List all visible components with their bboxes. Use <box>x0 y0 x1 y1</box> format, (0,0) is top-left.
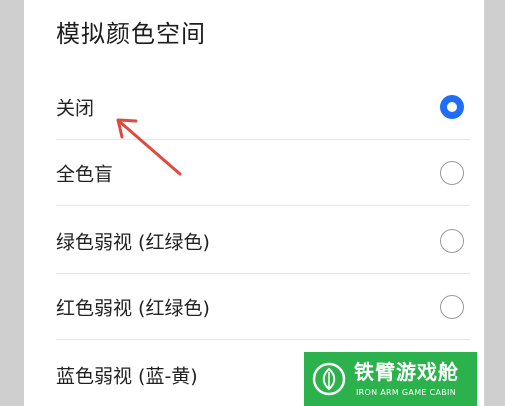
radio-selected-icon[interactable] <box>440 95 464 119</box>
divider <box>56 339 470 340</box>
radio-unselected-icon[interactable] <box>440 161 464 185</box>
annotation-arrow-icon <box>116 118 182 176</box>
watermark-subtitle: IRON ARM GAME CABIN <box>356 388 456 397</box>
watermark-title: 铁臂游戏舱 <box>354 360 459 384</box>
divider <box>56 205 470 206</box>
dialog-title: 模拟颜色空间 <box>56 20 206 48</box>
option-protanomaly[interactable]: 红色弱视 (红绿色) <box>56 274 470 340</box>
option-label: 蓝色弱视 (蓝-黄) <box>56 365 198 388</box>
option-label: 关闭 <box>56 97 95 120</box>
option-label: 绿色弱视 (红绿色) <box>56 231 210 254</box>
leaf-icon <box>312 362 346 396</box>
radio-unselected-icon[interactable] <box>440 295 464 319</box>
watermark-logo: 铁臂游戏舱 IRON ARM GAME CABIN <box>304 352 477 406</box>
option-label: 红色弱视 (红绿色) <box>56 297 210 320</box>
option-label: 全色盲 <box>56 163 114 186</box>
color-space-dialog: 模拟颜色空间 关闭 全色盲 绿色弱视 (红绿色) 红色弱视 (红绿色) 蓝色弱视… <box>24 0 484 406</box>
option-deuteranomaly[interactable]: 绿色弱视 (红绿色) <box>56 208 470 274</box>
radio-unselected-icon[interactable] <box>440 229 464 253</box>
